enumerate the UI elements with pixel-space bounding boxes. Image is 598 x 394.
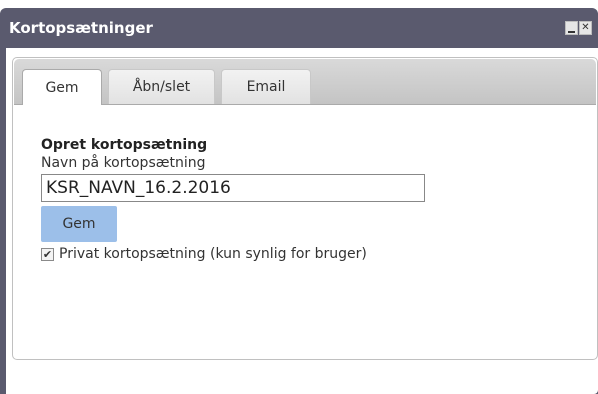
tab-email[interactable]: Email xyxy=(221,69,311,104)
save-form: Opret kortopsætning Navn på kortopsætnin… xyxy=(41,137,425,262)
dialog-window: Kortopsætninger ✕ Gem Åbn/slet Email Opr… xyxy=(0,8,598,394)
tab-gem[interactable]: Gem xyxy=(22,69,102,105)
form-heading: Opret kortopsætning xyxy=(41,137,208,153)
name-label: Navn på kortopsætning xyxy=(41,155,206,171)
save-button[interactable]: Gem xyxy=(41,206,117,242)
private-row: ✔ Privat kortopsætning (kun synlig for b… xyxy=(41,246,425,262)
private-checkbox[interactable]: ✔ xyxy=(41,247,54,261)
name-input[interactable] xyxy=(41,174,425,202)
close-icon[interactable]: ✕ xyxy=(579,21,592,35)
minimize-icon[interactable] xyxy=(565,21,578,35)
window-controls: ✕ xyxy=(565,21,592,35)
dialog-title: Kortopsætninger xyxy=(9,19,153,37)
title-bar[interactable]: Kortopsætninger ✕ xyxy=(0,8,598,48)
tab-aabn-slet[interactable]: Åbn/slet xyxy=(108,69,215,104)
dialog-content: Gem Åbn/slet Email Opret kortopsætning N… xyxy=(6,48,598,394)
tab-bar: Gem Åbn/slet Email xyxy=(14,59,596,105)
private-label: Privat kortopsætning (kun synlig for bru… xyxy=(59,246,367,262)
